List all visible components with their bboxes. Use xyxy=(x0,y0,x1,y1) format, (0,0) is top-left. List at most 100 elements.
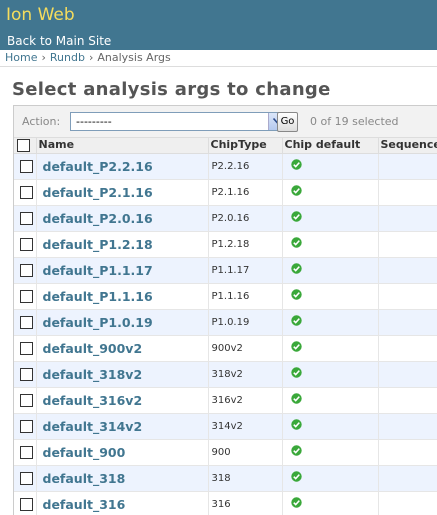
table-row: default_316v2 316v2 xyxy=(14,387,437,414)
site-brand: Ion Web xyxy=(6,5,75,25)
name-cell: default_P2.2.16 xyxy=(36,153,209,180)
row-name-link[interactable]: default_316v2 xyxy=(40,393,143,408)
row-checkbox[interactable] xyxy=(20,497,33,511)
sequence-cell xyxy=(378,439,437,466)
name-cell: default_P2.1.16 xyxy=(36,179,209,206)
breadcrumb: Home › Rundb › Analysis Args xyxy=(0,50,437,67)
row-checkbox[interactable] xyxy=(20,315,33,329)
row-checkbox[interactable] xyxy=(20,419,33,433)
chiptype-cell: 316 xyxy=(208,491,283,515)
chip-default-cell xyxy=(282,439,379,466)
row-checkbox[interactable] xyxy=(20,341,33,355)
chip-default-cell xyxy=(282,153,379,180)
row-select-cell xyxy=(14,205,37,232)
row-name-link[interactable]: default_318v2 xyxy=(40,367,143,382)
table-row: default_P1.1.16 P1.1.16 xyxy=(14,283,437,310)
row-name-link[interactable]: default_P1.1.17 xyxy=(40,263,153,278)
go-button[interactable]: Go xyxy=(277,112,298,132)
sequence-cell xyxy=(378,309,437,336)
row-select-cell xyxy=(14,257,37,284)
chiptype-cell: P2.1.16 xyxy=(208,179,283,206)
row-name-link[interactable]: default_900 xyxy=(40,445,126,460)
name-cell: default_314v2 xyxy=(36,413,209,440)
row-checkbox[interactable] xyxy=(20,263,33,277)
check-icon xyxy=(290,185,302,199)
actions-bar: Action: --------- Go 0 of 19 selected xyxy=(14,106,437,138)
row-select-cell xyxy=(14,283,37,310)
chip-default-cell xyxy=(282,491,379,515)
breadcrumb-current: Analysis Args xyxy=(97,51,171,64)
select-all-checkbox[interactable] xyxy=(17,138,30,152)
table-row: default_P2.0.16 P2.0.16 xyxy=(14,205,437,232)
table-row: default_318v2 318v2 xyxy=(14,361,437,388)
chiptype-cell: 900 xyxy=(208,439,283,466)
row-checkbox[interactable] xyxy=(20,237,33,251)
row-checkbox[interactable] xyxy=(20,367,33,381)
sequence-cell xyxy=(378,387,437,414)
column-header-chiptype[interactable]: ChipType xyxy=(208,138,283,154)
name-cell: default_P2.0.16 xyxy=(36,205,209,232)
chip-default-cell xyxy=(282,309,379,336)
chiptype-cell: P1.2.18 xyxy=(208,231,283,258)
row-name-link[interactable]: default_314v2 xyxy=(40,419,143,434)
row-name-link[interactable]: default_900v2 xyxy=(40,341,143,356)
sequence-cell xyxy=(378,413,437,440)
chiptype-cell: 900v2 xyxy=(208,335,283,362)
row-select-cell xyxy=(14,413,37,440)
row-name-link[interactable]: default_P2.2.16 xyxy=(40,159,153,174)
row-select-cell xyxy=(14,465,37,492)
chip-default-cell xyxy=(282,231,379,258)
selection-counter: 0 of 19 selected xyxy=(310,115,399,128)
table-row: default_900v2 900v2 xyxy=(14,335,437,362)
column-header-name[interactable]: Name xyxy=(36,138,209,154)
chip-default-cell xyxy=(282,179,379,206)
sequence-cell xyxy=(378,179,437,206)
row-checkbox[interactable] xyxy=(20,445,33,459)
row-checkbox[interactable] xyxy=(20,185,33,199)
row-checkbox[interactable] xyxy=(20,289,33,303)
row-select-cell xyxy=(14,491,37,515)
back-to-main-site-link[interactable]: Back to Main Site xyxy=(7,34,111,49)
table-row: default_P1.1.17 P1.1.17 xyxy=(14,257,437,284)
row-name-link[interactable]: default_318 xyxy=(40,471,126,486)
row-checkbox[interactable] xyxy=(20,471,33,485)
chip-default-cell xyxy=(282,205,379,232)
table-row: default_900 900 xyxy=(14,439,437,466)
sequence-cell xyxy=(378,361,437,388)
row-name-link[interactable]: default_P2.0.16 xyxy=(40,211,153,226)
name-cell: default_900v2 xyxy=(36,335,209,362)
table-row: default_P1.0.19 P1.0.19 xyxy=(14,309,437,336)
table-header-row: Name ChipType Chip default Sequence xyxy=(14,138,437,154)
chip-default-cell xyxy=(282,283,379,310)
row-name-link[interactable]: default_P2.1.16 xyxy=(40,185,153,200)
name-cell: default_P1.1.17 xyxy=(36,257,209,284)
row-select-cell xyxy=(14,309,37,336)
table-row: default_318 318 xyxy=(14,465,437,492)
column-header-chip-default[interactable]: Chip default xyxy=(282,138,379,154)
chip-default-cell xyxy=(282,387,379,414)
row-name-link[interactable]: default_P1.2.18 xyxy=(40,237,153,252)
table-row: default_316 316 xyxy=(14,491,437,515)
sequence-cell xyxy=(378,205,437,232)
row-name-link[interactable]: default_P1.1.16 xyxy=(40,289,153,304)
breadcrumb-home[interactable]: Home xyxy=(5,51,37,64)
chiptype-cell: P2.2.16 xyxy=(208,153,283,180)
results-table: Name ChipType Chip default Sequence defa… xyxy=(14,138,437,515)
action-label: Action: xyxy=(22,115,61,128)
action-select[interactable]: --------- xyxy=(70,112,286,131)
breadcrumb-rundb[interactable]: Rundb xyxy=(50,51,85,64)
chip-default-cell xyxy=(282,465,379,492)
row-checkbox[interactable] xyxy=(20,211,33,225)
column-header-sequence[interactable]: Sequence xyxy=(378,138,437,154)
table-row: default_P1.2.18 P1.2.18 xyxy=(14,231,437,258)
row-checkbox[interactable] xyxy=(20,393,33,407)
row-name-link[interactable]: default_P1.0.19 xyxy=(40,315,153,330)
chiptype-cell: P1.1.16 xyxy=(208,283,283,310)
row-select-cell xyxy=(14,361,37,388)
check-icon xyxy=(290,445,302,459)
check-icon xyxy=(290,289,302,303)
select-all-header xyxy=(14,138,37,154)
row-checkbox[interactable] xyxy=(20,159,33,173)
sequence-cell xyxy=(378,335,437,362)
row-name-link[interactable]: default_316 xyxy=(40,497,126,512)
